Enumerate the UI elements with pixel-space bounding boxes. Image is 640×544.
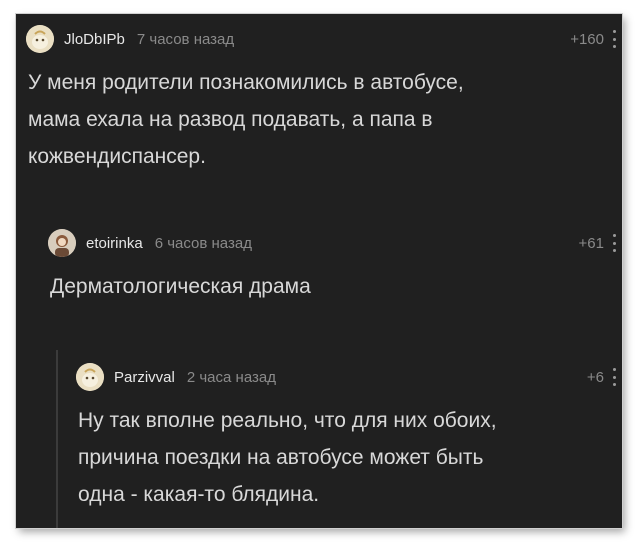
comments-panel: JloDbIPb 7 часов назад +160 У меня родит… (16, 14, 622, 528)
more-options-icon[interactable] (610, 234, 618, 252)
timestamp: 7 часов назад (136, 30, 235, 48)
comment-line: причина поездки на автобусе может быть (78, 446, 484, 469)
user-avatar-icon[interactable] (48, 229, 76, 257)
comment-line: Дерматологическая драма (50, 275, 311, 298)
default-avatar-icon[interactable] (76, 363, 104, 391)
comment-3: Parzivval 2 часа назад +6 Ну так вполне … (70, 360, 622, 528)
comment-line: одна - какая-то блядина. (78, 483, 320, 506)
default-avatar-icon[interactable] (26, 25, 54, 53)
comment-text: У меня родители познакомились в автобусе… (28, 64, 464, 175)
comment-line: кожвендиспансер. (28, 145, 206, 168)
comment-2: etoirinka 6 часов назад +61 Дерматологич… (40, 226, 622, 326)
rating: +61 (578, 234, 604, 252)
comment-line: мама ехала на развод подавать, а папа в (28, 108, 433, 131)
comment-line: У меня родители познакомились в автобусе… (28, 71, 464, 94)
more-options-icon[interactable] (610, 368, 618, 386)
username[interactable]: JloDbIPb (64, 31, 125, 48)
timestamp: 6 часов назад (154, 234, 252, 252)
thread-line[interactable] (56, 350, 58, 528)
comment-line: Ну так вполне реально, что для них обоих… (78, 409, 497, 432)
username[interactable]: Parzivval (114, 369, 175, 386)
username[interactable]: etoirinka (86, 235, 143, 252)
comment-header: etoirinka 6 часов назад +61 (48, 226, 622, 260)
timestamp: 2 часа назад (186, 368, 276, 386)
more-options-icon[interactable] (610, 30, 618, 48)
rating: +6 (586, 368, 604, 386)
comment-1: JloDbIPb 7 часов назад +160 У меня родит… (16, 14, 622, 194)
comment-text: Дерматологическая драма (50, 268, 311, 305)
rating: +160 (570, 30, 604, 48)
comment-header: JloDbIPb 7 часов назад +160 (26, 22, 622, 56)
comment-header: Parzivval 2 часа назад +6 (76, 360, 622, 394)
comment-text: Ну так вполне реально, что для них обоих… (78, 402, 497, 513)
